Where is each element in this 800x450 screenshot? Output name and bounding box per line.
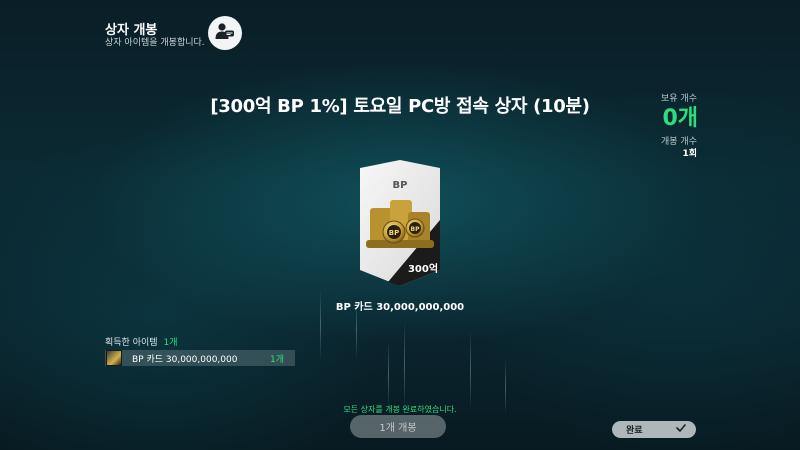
acquired-items-header: 획득한 아이템 1개	[105, 335, 178, 348]
open-box-button-label: 1개 개봉	[379, 423, 417, 434]
acquired-item-name: BP 카드 30,000,000,000	[132, 354, 238, 365]
checkmark-icon	[676, 424, 686, 435]
owned-count-value: 0개	[662, 106, 698, 131]
card-type-label: BP	[393, 180, 408, 191]
light-streak	[404, 320, 405, 410]
coin-label: BP	[389, 229, 399, 237]
user-profile-icon	[215, 22, 235, 44]
open-box-button[interactable]: 1개 개봉	[350, 415, 446, 438]
item-thumbnail	[106, 350, 122, 366]
opened-count-value: 1회	[682, 149, 697, 159]
profile-button[interactable]	[208, 16, 242, 50]
acquired-items-count: 1개	[163, 338, 178, 348]
completion-message: 모든 상자를 개봉 완료하였습니다.	[343, 405, 457, 414]
light-streak	[388, 340, 389, 410]
reward-card: BP BP BP 300억	[360, 160, 440, 286]
card-amount-label: 300억	[408, 263, 438, 275]
acquired-item-qty: 1개	[269, 354, 284, 365]
coin-label: BP	[411, 226, 421, 233]
complete-button[interactable]: 완료	[612, 421, 696, 438]
acquired-items-label: 획득한 아이템	[105, 338, 158, 348]
page-subtitle: 상자 아이템을 개봉합니다.	[105, 38, 205, 48]
light-streak	[470, 330, 471, 410]
complete-button-label: 완료	[626, 426, 643, 436]
reward-card-caption: BP 카드 30,000,000,000	[335, 302, 465, 313]
acquired-item-row[interactable]: BP 카드 30,000,000,000 1개	[105, 350, 295, 366]
